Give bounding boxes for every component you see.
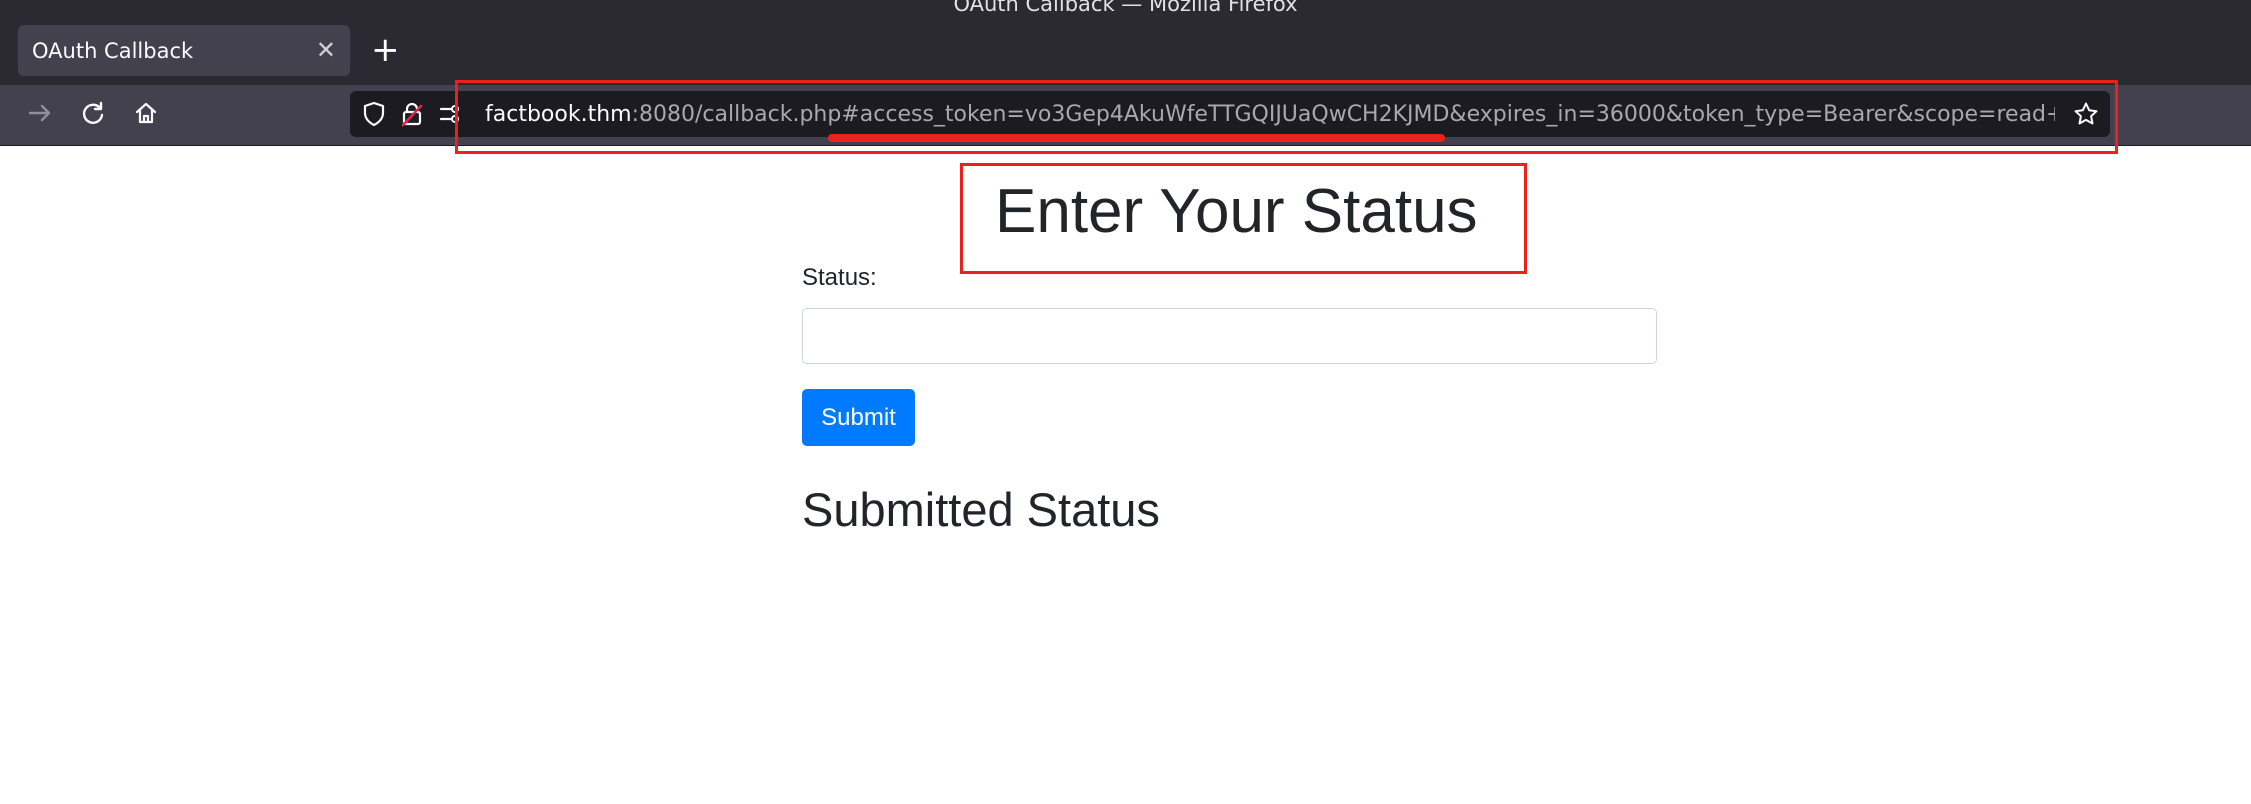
status-label: Status: bbox=[802, 264, 877, 291]
access-token-underline-annotation bbox=[828, 134, 1445, 142]
submit-button[interactable]: Submit bbox=[802, 389, 915, 446]
window-title: OAuth Callback — Mozilla Firefox bbox=[953, 0, 1298, 16]
reload-icon[interactable] bbox=[75, 95, 111, 131]
tab-close-icon[interactable]: ✕ bbox=[316, 36, 336, 64]
status-input[interactable] bbox=[802, 308, 1657, 364]
forward-arrow-icon[interactable] bbox=[22, 95, 58, 131]
lock-warning-icon[interactable] bbox=[398, 100, 426, 128]
new-tab-button[interactable]: + bbox=[371, 28, 400, 72]
tab-oauth-callback[interactable]: OAuth Callback ✕ bbox=[18, 25, 350, 76]
submitted-status-heading: Submitted Status bbox=[802, 483, 1160, 536]
shield-icon[interactable] bbox=[360, 100, 388, 128]
tab-label: OAuth Callback bbox=[32, 39, 194, 63]
browser-titlebar: OAuth Callback — Mozilla Firefox OAuth C… bbox=[0, 0, 2251, 85]
url-highlight-annotation bbox=[455, 80, 2118, 154]
home-icon[interactable] bbox=[128, 95, 164, 131]
page-title: Enter Your Status bbox=[995, 177, 1478, 246]
